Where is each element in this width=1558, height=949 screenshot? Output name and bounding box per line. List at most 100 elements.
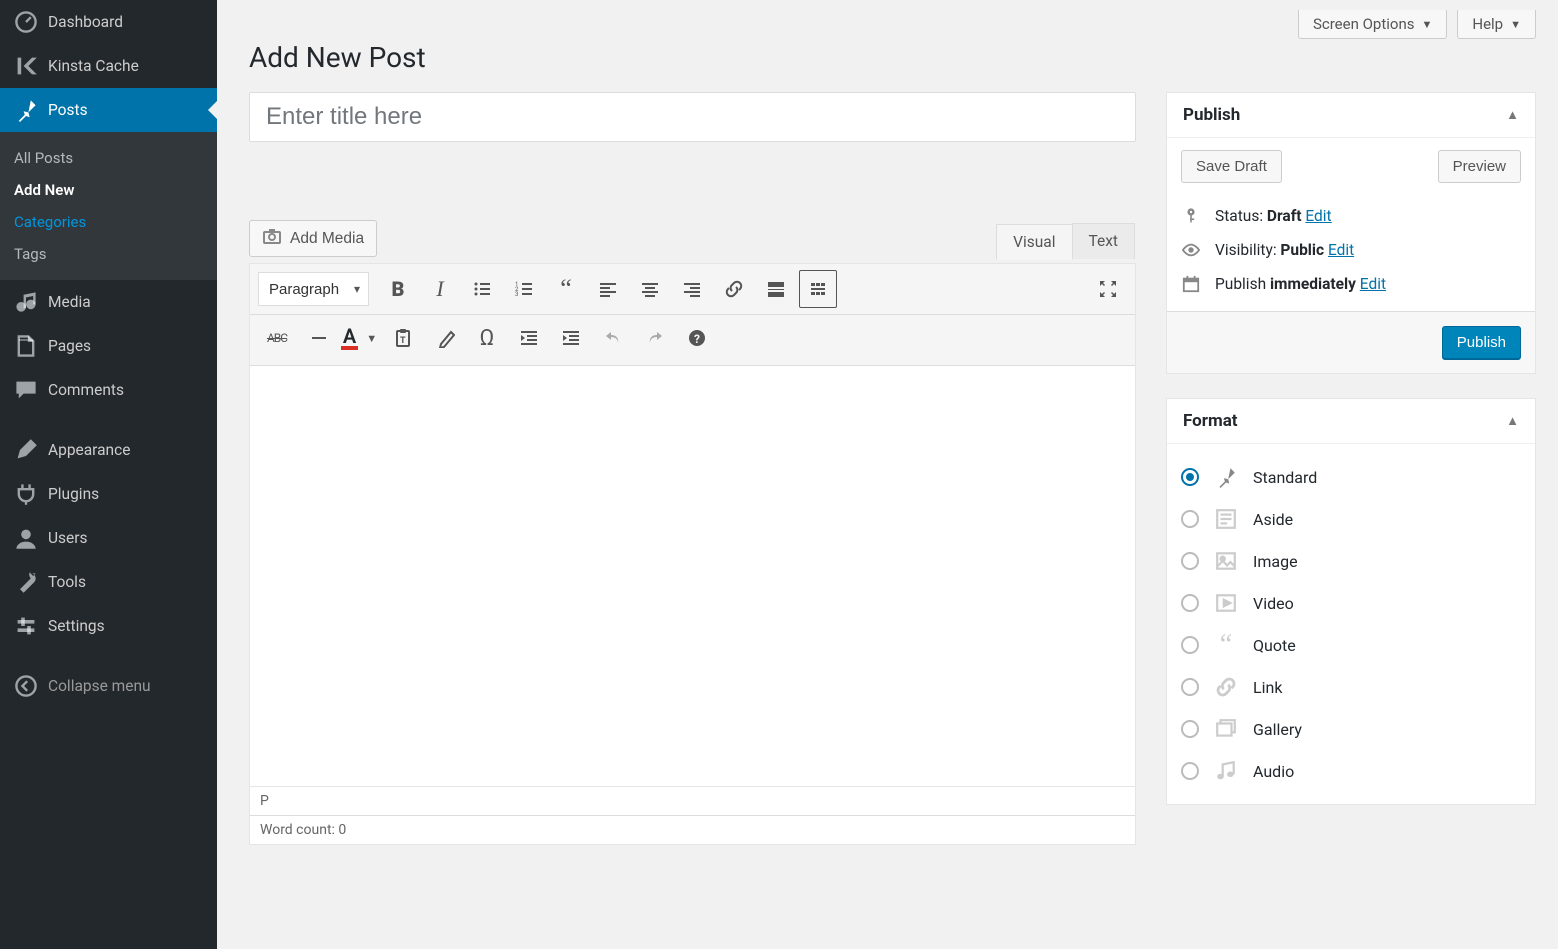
sidebar-item-comments[interactable]: Comments xyxy=(0,368,217,412)
sidebar-item-label: Kinsta Cache xyxy=(48,57,139,75)
sidebar-item-plugins[interactable]: Plugins xyxy=(0,472,217,516)
radio-input[interactable] xyxy=(1181,468,1199,486)
sidebar-item-label: Collapse menu xyxy=(48,677,151,695)
format-label: Image xyxy=(1253,552,1298,571)
calendar-icon xyxy=(1181,275,1201,293)
chevron-down-icon: ▼ xyxy=(1510,18,1521,31)
sidebar-item-kinsta-cache[interactable]: Kinsta Cache xyxy=(0,44,217,88)
format-label: Link xyxy=(1253,678,1282,697)
publish-box-header[interactable]: Publish ▲ xyxy=(1167,93,1535,138)
sidebar-item-pages[interactable]: Pages xyxy=(0,324,217,368)
sidebar-item-tools[interactable]: Tools xyxy=(0,560,217,604)
format-option-standard[interactable]: Standard xyxy=(1181,456,1521,498)
strikethrough-button[interactable]: ABC xyxy=(258,319,296,357)
sidebar-sub-add-new[interactable]: Add New xyxy=(0,174,217,206)
radio-input[interactable] xyxy=(1181,636,1199,654)
radio-input[interactable] xyxy=(1181,552,1199,570)
tab-text[interactable]: Text xyxy=(1072,223,1135,259)
add-media-label: Add Media xyxy=(290,230,364,248)
sidebar-sub-tags[interactable]: Tags xyxy=(0,238,217,270)
edit-schedule-link[interactable]: Edit xyxy=(1360,275,1386,293)
special-char-button[interactable]: Ω xyxy=(468,319,506,357)
align-left-button[interactable] xyxy=(589,270,627,308)
sidebar-item-label: Appearance xyxy=(48,441,130,459)
undo-button[interactable] xyxy=(594,319,632,357)
editor-toolbar-row2: ABC A▼ T Ω ? xyxy=(250,315,1135,366)
help-button-toolbar[interactable]: ? xyxy=(678,319,716,357)
sidebar-item-media[interactable]: Media xyxy=(0,280,217,324)
blockquote-button[interactable]: “ xyxy=(547,270,585,308)
format-option-link[interactable]: Link xyxy=(1181,666,1521,708)
publish-title: Publish xyxy=(1183,105,1240,125)
image-icon xyxy=(1213,548,1239,574)
radio-input[interactable] xyxy=(1181,762,1199,780)
bold-button[interactable]: B xyxy=(379,270,417,308)
help-button[interactable]: Help ▼ xyxy=(1457,10,1536,39)
eye-icon xyxy=(1181,241,1201,259)
format-option-video[interactable]: Video xyxy=(1181,582,1521,624)
tab-visual[interactable]: Visual xyxy=(996,224,1072,260)
number-list-button[interactable]: 123 xyxy=(505,270,543,308)
camera-icon xyxy=(262,226,282,251)
radio-input[interactable] xyxy=(1181,594,1199,612)
editor-canvas[interactable] xyxy=(250,366,1135,786)
users-icon xyxy=(14,526,38,550)
editor-path: P xyxy=(250,786,1135,815)
format-label: Audio xyxy=(1253,762,1294,781)
add-media-button[interactable]: Add Media xyxy=(249,220,377,257)
edit-visibility-link[interactable]: Edit xyxy=(1328,241,1354,259)
text-color-button[interactable]: A▼ xyxy=(342,319,380,357)
format-option-image[interactable]: Image xyxy=(1181,540,1521,582)
preview-button[interactable]: Preview xyxy=(1438,150,1521,183)
align-right-button[interactable] xyxy=(673,270,711,308)
clear-format-button[interactable] xyxy=(426,319,464,357)
read-more-button[interactable] xyxy=(757,270,795,308)
format-option-gallery[interactable]: Gallery xyxy=(1181,708,1521,750)
radio-input[interactable] xyxy=(1181,720,1199,738)
format-option-quote[interactable]: “ Quote xyxy=(1181,624,1521,666)
svg-text:?: ? xyxy=(694,332,700,346)
pages-icon xyxy=(14,334,38,358)
format-box-header[interactable]: Format ▲ xyxy=(1167,399,1535,444)
sidebar-sub-all-posts[interactable]: All Posts xyxy=(0,142,217,174)
save-draft-button[interactable]: Save Draft xyxy=(1181,150,1282,183)
kinsta-icon xyxy=(14,54,38,78)
outdent-button[interactable] xyxy=(510,319,548,357)
sidebar-item-label: Dashboard xyxy=(48,13,123,31)
italic-button[interactable]: I xyxy=(421,270,459,308)
bullet-list-button[interactable] xyxy=(463,270,501,308)
pin-icon xyxy=(14,98,38,122)
format-option-aside[interactable]: Aside xyxy=(1181,498,1521,540)
post-title-input[interactable] xyxy=(249,92,1136,142)
svg-text:3: 3 xyxy=(515,291,518,298)
align-center-button[interactable] xyxy=(631,270,669,308)
redo-button[interactable] xyxy=(636,319,674,357)
format-option-audio[interactable]: Audio xyxy=(1181,750,1521,792)
sidebar-item-label: Media xyxy=(48,293,91,311)
audio-icon xyxy=(1213,758,1239,784)
sidebar-item-appearance[interactable]: Appearance xyxy=(0,428,217,472)
sidebar-item-posts[interactable]: Posts xyxy=(0,88,217,132)
sidebar-item-users[interactable]: Users xyxy=(0,516,217,560)
edit-status-link[interactable]: Edit xyxy=(1305,207,1331,225)
status-row: Status: Draft Edit xyxy=(1181,199,1521,233)
link-button[interactable] xyxy=(715,270,753,308)
fullscreen-button[interactable] xyxy=(1089,270,1127,308)
appearance-icon xyxy=(14,438,38,462)
toolbar-toggle-button[interactable] xyxy=(799,270,837,308)
radio-input[interactable] xyxy=(1181,678,1199,696)
screen-options-button[interactable]: Screen Options ▼ xyxy=(1298,10,1447,39)
hr-button[interactable] xyxy=(300,319,338,357)
tools-icon xyxy=(14,570,38,594)
sidebar-item-settings[interactable]: Settings xyxy=(0,604,217,648)
format-select[interactable]: Paragraph xyxy=(258,272,369,306)
indent-button[interactable] xyxy=(552,319,590,357)
radio-input[interactable] xyxy=(1181,510,1199,528)
sidebar-sub-categories[interactable]: Categories xyxy=(0,206,217,238)
format-title: Format xyxy=(1183,411,1238,431)
visibility-row: Visibility: Public Edit xyxy=(1181,233,1521,267)
paste-text-button[interactable]: T xyxy=(384,319,422,357)
publish-button[interactable]: Publish xyxy=(1442,326,1521,359)
sidebar-item-dashboard[interactable]: Dashboard xyxy=(0,0,217,44)
sidebar-collapse[interactable]: Collapse menu xyxy=(0,664,217,708)
